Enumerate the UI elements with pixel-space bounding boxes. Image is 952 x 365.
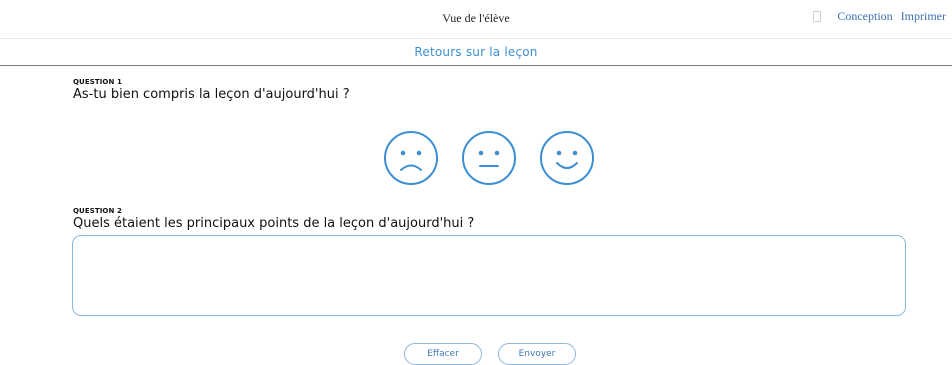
send-button[interactable]: Envoyer bbox=[498, 343, 576, 365]
question-1-label: QUESTION 1 bbox=[73, 78, 122, 86]
answer-textarea[interactable] bbox=[72, 235, 906, 316]
print-link[interactable]: Imprimer bbox=[901, 9, 946, 24]
clear-button[interactable]: Effacer bbox=[404, 343, 482, 365]
top-bar: Vue de l'élève Conception Imprimer bbox=[0, 0, 952, 39]
top-actions: Conception Imprimer bbox=[813, 9, 946, 24]
page-title: Vue de l'élève bbox=[442, 11, 510, 25]
neutral-face-icon[interactable] bbox=[460, 129, 518, 187]
question-1-text: As-tu bien compris la leçon d'aujourd'hu… bbox=[73, 87, 350, 102]
rating-faces bbox=[382, 129, 602, 189]
question-2-text: Quels étaient les principaux points de l… bbox=[73, 216, 475, 231]
happy-face-icon[interactable] bbox=[538, 129, 596, 187]
device-icon[interactable] bbox=[813, 11, 822, 22]
section-header: Retours sur la leçon bbox=[0, 39, 952, 66]
conception-link[interactable]: Conception bbox=[837, 9, 892, 24]
section-title: Retours sur la leçon bbox=[414, 45, 538, 59]
question-2-label: QUESTION 2 bbox=[73, 207, 122, 215]
sad-face-icon[interactable] bbox=[382, 129, 440, 187]
